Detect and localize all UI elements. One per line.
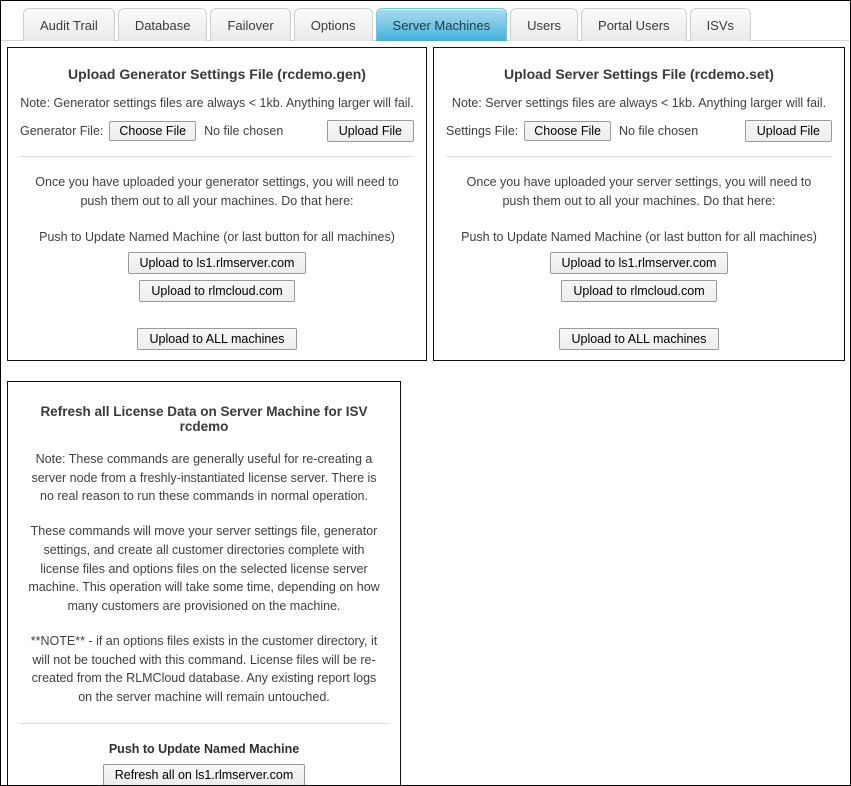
server-push-paragraph: Once you have uploaded your server setti… (458, 173, 820, 212)
server-push-heading: Push to Update Named Machine (or last bu… (444, 230, 834, 244)
generator-no-file-text: No file chosen (204, 124, 283, 138)
generator-file-input[interactable]: Choose File No file chosen (109, 121, 283, 141)
generator-file-label: Generator File: (20, 124, 103, 138)
server-file-input[interactable]: Choose File No file chosen (524, 121, 698, 141)
refresh-push-heading: Push to Update Named Machine (18, 742, 390, 756)
tab-options[interactable]: Options (294, 8, 373, 41)
tab-portal-users[interactable]: Portal Users (581, 8, 687, 41)
generator-upload-all-machines-button[interactable]: Upload to ALL machines (137, 328, 296, 350)
tab-failover[interactable]: Failover (210, 8, 290, 41)
generator-machine-buttons: Upload to ls1.rlmserver.com Upload to rl… (18, 252, 416, 350)
server-upload-file-button[interactable]: Upload File (745, 120, 832, 142)
generator-push-paragraph: Once you have uploaded your generator se… (32, 173, 402, 212)
tab-content-server-machines: Upload Generator Settings File (rcdemo.g… (1, 41, 850, 786)
generator-file-row: Generator File: Choose File No file chos… (18, 120, 416, 142)
tab-users[interactable]: Users (510, 8, 578, 41)
tab-strip: Audit Trail Database Failover Options Se… (1, 1, 850, 41)
refresh-panel-title: Refresh all License Data on Server Machi… (18, 404, 390, 434)
refresh-separator (20, 723, 388, 724)
server-upload-to-rlmcloud-button[interactable]: Upload to rlmcloud.com (561, 280, 716, 302)
generator-push-heading: Push to Update Named Machine (or last bu… (18, 230, 416, 244)
server-file-row: Settings File: Choose File No file chose… (444, 120, 834, 142)
generator-panel-note: Note: Generator settings files are alway… (18, 96, 416, 110)
refresh-paragraph-3: **NOTE** - if an options files exists in… (24, 632, 384, 707)
server-upload-all-machines-button[interactable]: Upload to ALL machines (559, 328, 718, 350)
refresh-paragraph-2: These commands will move your server set… (24, 522, 384, 616)
page-root: Audit Trail Database Failover Options Se… (0, 0, 851, 786)
refresh-all-on-ls1-button[interactable]: Refresh all on ls1.rlmserver.com (103, 764, 306, 786)
refresh-license-data-panel: Refresh all License Data on Server Machi… (7, 381, 401, 786)
refresh-panel-row: Refresh all License Data on Server Machi… (1, 361, 850, 786)
server-settings-panel: Upload Server Settings File (rcdemo.set)… (433, 47, 845, 361)
server-file-label: Settings File: (446, 124, 518, 138)
generator-upload-file-button[interactable]: Upload File (327, 120, 414, 142)
tab-list: Audit Trail Database Failover Options Se… (23, 1, 850, 41)
generator-settings-panel: Upload Generator Settings File (rcdemo.g… (7, 47, 427, 361)
server-panel-title: Upload Server Settings File (rcdemo.set) (444, 66, 834, 82)
generator-panel-title: Upload Generator Settings File (rcdemo.g… (18, 66, 416, 82)
tab-audit-trail[interactable]: Audit Trail (23, 8, 115, 41)
generator-upload-to-rlmcloud-button[interactable]: Upload to rlmcloud.com (139, 280, 294, 302)
server-panel-note: Note: Server settings files are always <… (444, 96, 834, 110)
tab-server-machines[interactable]: Server Machines (376, 8, 508, 41)
server-machine-buttons: Upload to ls1.rlmserver.com Upload to rl… (444, 252, 834, 350)
server-choose-file-button[interactable]: Choose File (524, 121, 611, 141)
server-separator (446, 156, 832, 157)
generator-upload-to-ls1-button[interactable]: Upload to ls1.rlmserver.com (128, 252, 307, 274)
refresh-paragraph-1: Note: These commands are generally usefu… (24, 450, 384, 506)
generator-separator (20, 156, 414, 157)
upload-panels-row: Upload Generator Settings File (rcdemo.g… (1, 41, 850, 361)
tab-isvs[interactable]: ISVs (690, 8, 751, 41)
tab-database[interactable]: Database (118, 8, 208, 41)
refresh-machine-buttons: Refresh all on ls1.rlmserver.com Refresh… (18, 764, 390, 786)
server-upload-to-ls1-button[interactable]: Upload to ls1.rlmserver.com (550, 252, 729, 274)
server-no-file-text: No file chosen (619, 124, 698, 138)
generator-choose-file-button[interactable]: Choose File (109, 121, 196, 141)
